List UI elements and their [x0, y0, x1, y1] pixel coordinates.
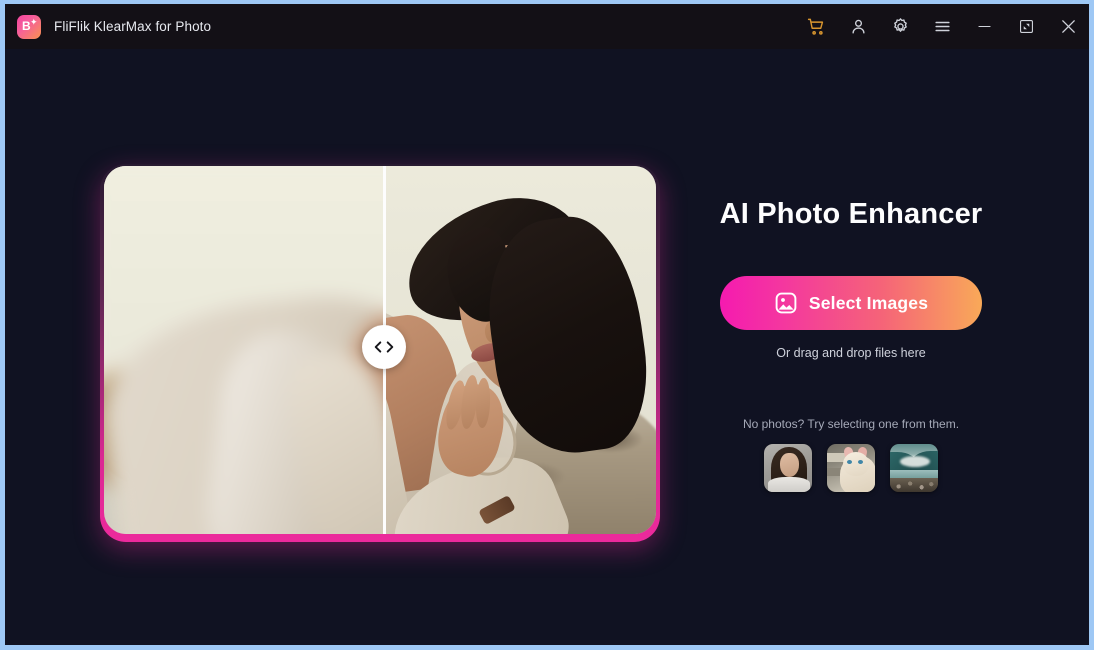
image-icon [775, 292, 797, 314]
comparison-slider-handle[interactable] [362, 325, 406, 369]
account-icon [851, 19, 865, 34]
drag-drop-hint: Or drag and drop files here [776, 346, 926, 360]
before-after-comparison[interactable] [97, 161, 663, 545]
samples-label: No photos? Try selecting one from them. [742, 417, 960, 431]
fliflik-app-icon: B ✦ [17, 14, 41, 39]
app-window: B ✦ FliFlik KlearMax for Photo AI Photo … [0, 0, 1094, 650]
sample-thumbnails [695, 444, 1007, 492]
close-icon [1061, 20, 1075, 33]
menu-icon [934, 21, 950, 32]
page-title: AI Photo Enhancer [719, 198, 983, 230]
maximize-button[interactable] [1005, 4, 1047, 49]
cart-button[interactable] [795, 4, 837, 49]
thumb-cat-eye-right [858, 460, 863, 464]
thumb-rocks [890, 478, 938, 492]
sample-cat[interactable] [827, 444, 875, 492]
sparkle-icon: ✦ [30, 16, 38, 27]
sample-portrait[interactable] [764, 444, 812, 492]
thumb-cloud [900, 456, 930, 467]
minimize-icon [977, 25, 991, 28]
thumb-cat-head [843, 452, 869, 476]
before-photo-clip [104, 166, 383, 534]
right-panel: AI Photo Enhancer Select Images Or drag … [695, 161, 1007, 492]
account-button[interactable] [837, 4, 879, 49]
window-inner: B ✦ FliFlik KlearMax for Photo AI Photo … [5, 4, 1089, 645]
menu-button[interactable] [921, 4, 963, 49]
close-button[interactable] [1047, 4, 1089, 49]
window-title: FliFlik KlearMax for Photo [54, 19, 212, 34]
settings-button[interactable] [879, 4, 921, 49]
minimize-button[interactable] [963, 4, 1005, 49]
thumb-cat-eye-left [847, 460, 852, 464]
main-content: AI Photo Enhancer Select Images Or drag … [5, 49, 1089, 645]
select-images-label: Select Images [808, 292, 929, 313]
cart-icon [807, 18, 823, 35]
sample-landscape[interactable] [890, 444, 938, 492]
before-photo [104, 166, 383, 534]
maximize-icon [1019, 20, 1033, 33]
select-images-button[interactable]: Select Images [720, 276, 982, 330]
settings-icon [893, 18, 907, 32]
preview-card [104, 166, 656, 534]
title-bar: B ✦ FliFlik KlearMax for Photo [5, 4, 1089, 49]
thumb-shirt [768, 477, 810, 492]
thumb-face [780, 453, 799, 477]
left-right-chevrons-icon [374, 341, 394, 353]
